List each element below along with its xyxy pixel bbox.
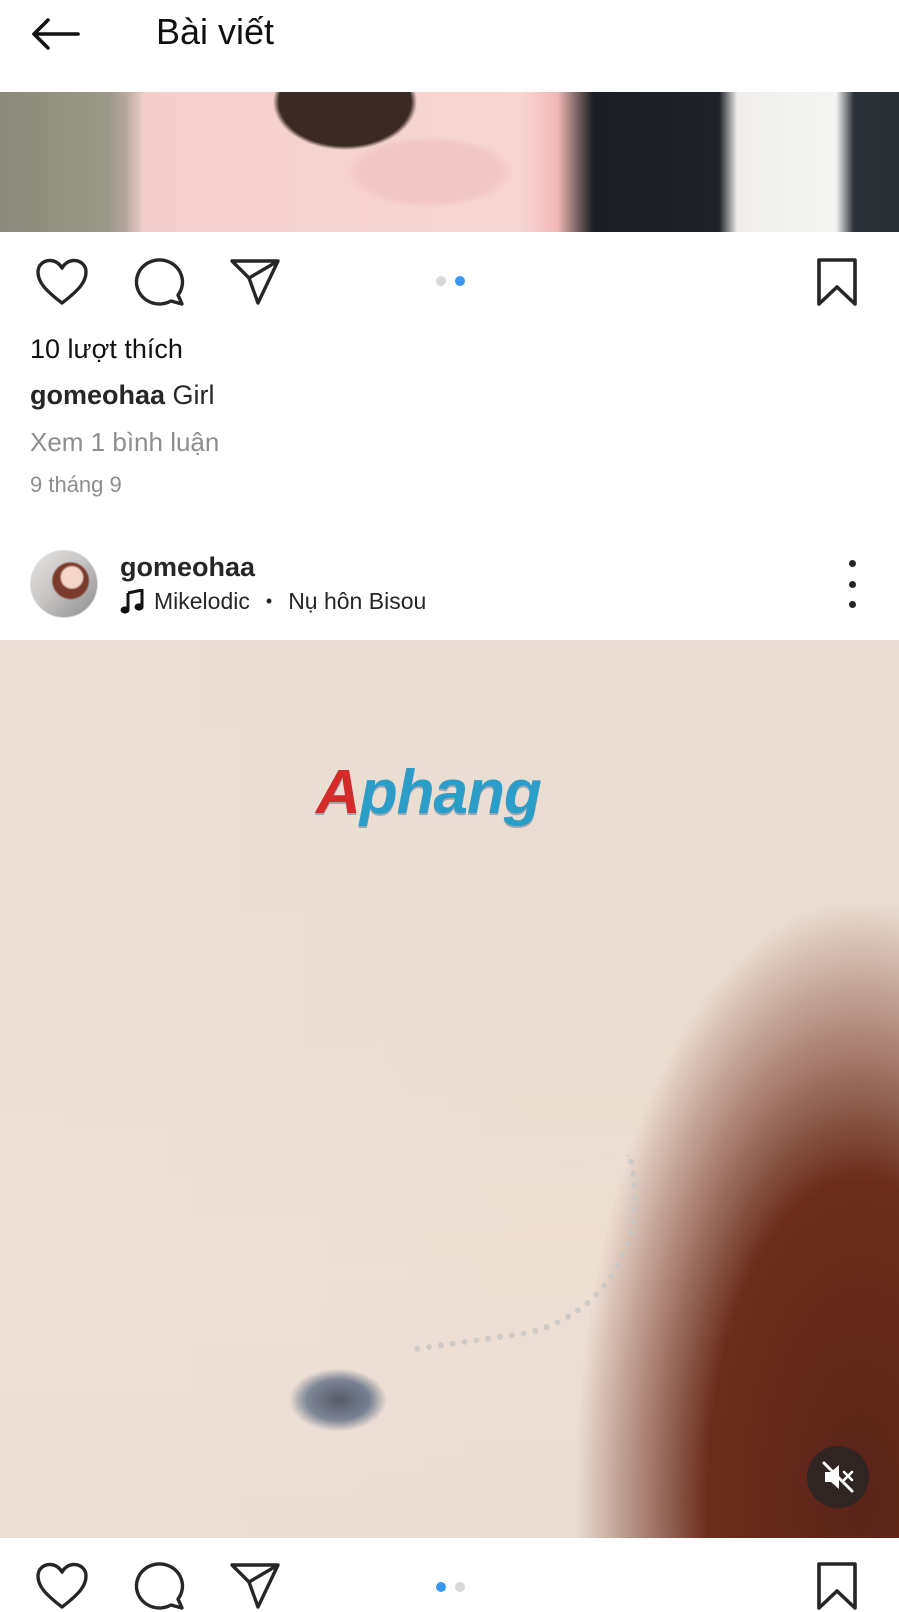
carousel-indicator	[436, 1582, 465, 1592]
back-button[interactable]	[30, 12, 94, 56]
avatar[interactable]	[30, 550, 98, 618]
music-info[interactable]: Mikelodic • Nụ hôn Bisou	[120, 588, 426, 615]
music-note-icon	[120, 588, 144, 614]
speaker-muted-icon	[822, 1461, 854, 1493]
music-title: Nụ hôn Bisou	[288, 588, 427, 614]
post-date: 9 tháng 9	[30, 472, 122, 497]
more-options-button[interactable]	[832, 560, 872, 608]
post-caption: gomeohaa Girl	[30, 380, 215, 411]
arrow-left-icon	[32, 18, 80, 50]
post-image[interactable]	[0, 92, 899, 232]
bookmark-icon	[817, 258, 857, 306]
send-icon	[230, 259, 280, 305]
more-dot	[848, 580, 856, 588]
comment-button[interactable]	[132, 1560, 186, 1612]
watermark-rest: phang	[359, 758, 542, 827]
likes-count[interactable]: 10 lượt thích	[30, 334, 183, 365]
bookmark-icon	[817, 1562, 857, 1610]
post-username[interactable]: gomeohaa	[120, 552, 255, 583]
watermark-text: Aphang	[316, 758, 542, 827]
heart-icon	[36, 1562, 88, 1609]
comment-icon	[134, 258, 185, 306]
caption-text: Girl	[172, 380, 215, 410]
save-button[interactable]	[814, 1560, 860, 1612]
heart-icon	[36, 258, 88, 305]
send-icon	[230, 1563, 280, 1609]
carousel-dot	[436, 276, 446, 286]
carousel-dot	[455, 1582, 465, 1592]
carousel-dot-active	[436, 1582, 446, 1592]
share-button[interactable]	[228, 1560, 282, 1612]
share-button[interactable]	[228, 256, 282, 308]
music-artist: Mikelodic	[154, 588, 250, 614]
app-header: Bài viết	[0, 0, 899, 92]
carousel-indicator	[436, 276, 465, 286]
mute-button[interactable]	[807, 1446, 869, 1508]
view-comments-link[interactable]: Xem 1 bình luận	[30, 427, 219, 458]
music-separator: •	[265, 591, 273, 611]
like-button[interactable]	[34, 256, 90, 308]
like-button[interactable]	[34, 1560, 90, 1612]
page-title: Bài viết	[156, 11, 275, 52]
carousel-dot-active	[455, 276, 465, 286]
more-vertical-icon	[848, 560, 856, 567]
comment-button[interactable]	[132, 256, 186, 308]
save-button[interactable]	[814, 256, 860, 308]
post-image[interactable]: Aphang	[0, 640, 899, 1538]
caption-username[interactable]: gomeohaa	[30, 380, 165, 410]
comment-icon	[134, 1562, 185, 1610]
more-dot	[848, 601, 856, 608]
